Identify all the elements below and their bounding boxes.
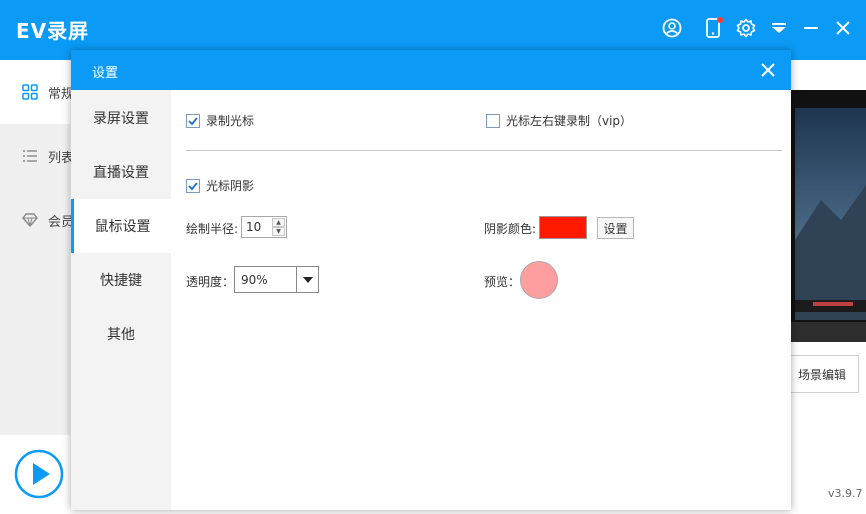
record-cursor-label: 录制光标 — [206, 114, 255, 128]
mouse-settings-panel: 录制光标 光标左右键录制（vip） 光标阴影 绘制半径: 10 ▲ ▼ 阴影颜色… — [171, 90, 791, 510]
gear-icon[interactable] — [735, 17, 757, 39]
user-icon[interactable] — [661, 17, 683, 39]
dropdown-menu-icon[interactable] — [768, 17, 790, 39]
spin-up-icon[interactable]: ▲ — [272, 218, 285, 227]
sidebar-item-member[interactable]: 会员 — [0, 188, 74, 252]
dialog-close-icon[interactable] — [757, 59, 779, 81]
chevron-down-icon — [296, 267, 318, 292]
opacity-label: 透明度： — [186, 275, 235, 289]
settings-dialog: 设置 录屏设置 直播设置 鼠标设置 快捷键 其他 录制光标 光标左右键录制（vi… — [71, 50, 791, 510]
cursor-shadow-preview — [520, 261, 558, 299]
list-icon — [22, 148, 38, 164]
left-right-click-checkbox[interactable]: 光标左右键录制（vip） — [486, 112, 632, 129]
section-divider — [186, 150, 782, 151]
radius-spinbox[interactable]: 10 ▲ ▼ — [241, 216, 287, 238]
spin-arrows: ▲ ▼ — [272, 218, 285, 236]
tab-mouse-settings[interactable]: 鼠标设置 — [71, 199, 171, 253]
dialog-header: 设置 — [71, 50, 791, 90]
app-title: EV录屏 — [16, 19, 90, 43]
left-right-click-label: 光标左右键录制（vip） — [506, 114, 633, 128]
opacity-value: 90% — [241, 273, 268, 287]
main-sidebar: 常规 列表 会员 — [0, 60, 74, 435]
checkbox-checked-icon — [186, 113, 200, 128]
settings-tabs: 录屏设置 直播设置 鼠标设置 快捷键 其他 — [71, 90, 171, 510]
close-icon[interactable] — [832, 17, 854, 39]
minimize-icon[interactable] — [800, 17, 822, 39]
dialog-title: 设置 — [92, 66, 119, 81]
tab-hotkeys[interactable]: 快捷键 — [71, 253, 171, 307]
shadow-color-swatch[interactable] — [539, 216, 587, 239]
checkbox-unchecked-icon — [486, 113, 500, 128]
set-color-button[interactable]: 设置 — [597, 217, 634, 239]
record-play-button[interactable] — [14, 449, 64, 499]
phone-icon[interactable] — [703, 17, 725, 39]
tab-other[interactable]: 其他 — [71, 307, 171, 361]
radius-value: 10 — [246, 220, 262, 234]
diamond-icon — [22, 212, 38, 228]
version-label: v3.9.7 — [828, 487, 863, 500]
screen-preview-thumbnail — [791, 90, 866, 342]
tab-live-settings[interactable]: 直播设置 — [71, 145, 171, 199]
sidebar-item-general[interactable]: 常规 — [0, 60, 74, 124]
cursor-shadow-checkbox[interactable]: 光标阴影 — [186, 177, 254, 194]
preview-label: 预览： — [484, 275, 521, 289]
opacity-select[interactable]: 90% — [234, 266, 319, 293]
shadow-color-label: 阴影颜色: — [484, 222, 537, 236]
cursor-shadow-label: 光标阴影 — [206, 179, 255, 193]
grid-icon — [22, 84, 38, 100]
record-cursor-checkbox[interactable]: 录制光标 — [186, 112, 254, 129]
tab-record-settings[interactable]: 录屏设置 — [71, 91, 171, 145]
radius-label: 绘制半径: — [186, 222, 239, 236]
checkbox-checked-icon — [186, 178, 200, 193]
spin-down-icon[interactable]: ▼ — [272, 227, 285, 236]
sidebar-item-list[interactable]: 列表 — [0, 124, 74, 188]
